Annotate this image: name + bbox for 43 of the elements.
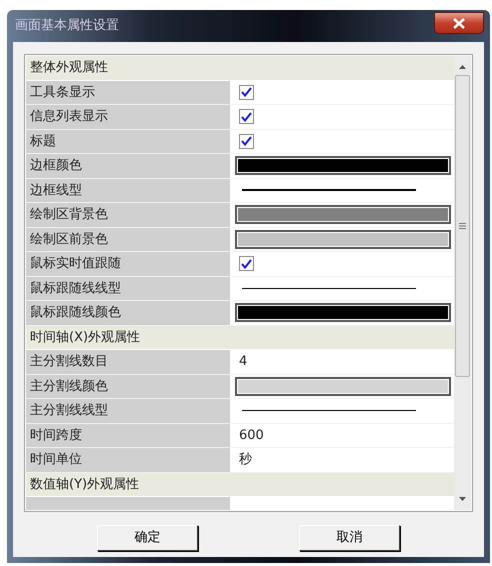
property-value[interactable]: 秒 (235, 450, 252, 470)
section-header: 时间轴(X)外观属性 (26, 326, 454, 350)
cancel-button[interactable]: 取消 (299, 525, 400, 551)
property-label: 工具条显示 (26, 80, 232, 104)
section-header: 整体外观属性 (26, 56, 454, 80)
property-label: 鼠标实时值跟随 (26, 252, 232, 276)
property-label: 信息列表显示 (26, 105, 232, 128)
property-label: 边框线型 (26, 178, 232, 202)
property-label: 主分割线线型 (26, 399, 232, 422)
color-swatch[interactable] (235, 230, 451, 249)
checkbox[interactable] (239, 134, 254, 149)
section-header: 数值轴(Y)外观属性 (26, 472, 454, 497)
line-style-sample[interactable] (242, 288, 416, 289)
scroll-thumb[interactable] (455, 75, 470, 377)
checkbox[interactable] (239, 84, 254, 100)
scroll-down-icon[interactable] (459, 497, 466, 501)
checkbox[interactable] (239, 109, 254, 124)
property-label: 时间单位 (26, 448, 232, 472)
property-value[interactable]: 4 (235, 352, 248, 372)
property-value[interactable]: 600 (235, 426, 264, 445)
close-icon (453, 18, 465, 28)
property-label: 鼠标跟随线线型 (26, 276, 232, 300)
close-button[interactable] (434, 12, 484, 34)
property-label: 绘制区前景色 (26, 228, 232, 251)
ok-button[interactable]: 确定 (97, 525, 198, 551)
scrollbar[interactable] (454, 56, 471, 510)
window-title: 画面基本属性设置 (14, 17, 119, 36)
grip-icon (459, 223, 466, 229)
color-swatch[interactable] (235, 156, 451, 176)
color-swatch[interactable] (235, 205, 451, 224)
property-label: 标题 (26, 130, 232, 153)
property-label: 主分割线颜色 (26, 374, 232, 398)
color-swatch[interactable] (235, 303, 451, 322)
line-style-sample[interactable] (242, 410, 416, 412)
scroll-up-icon[interactable] (459, 65, 466, 69)
property-label: 时间跨度 (26, 424, 232, 447)
property-label: 边框颜色 (26, 154, 232, 178)
checkbox[interactable] (239, 256, 254, 272)
line-style-sample[interactable] (242, 189, 416, 192)
property-label: 主分割线数目 (26, 350, 232, 374)
property-label: 绘制区背景色 (26, 203, 232, 226)
property-label: 鼠标跟随线颜色 (26, 301, 232, 324)
color-swatch[interactable] (235, 376, 451, 396)
